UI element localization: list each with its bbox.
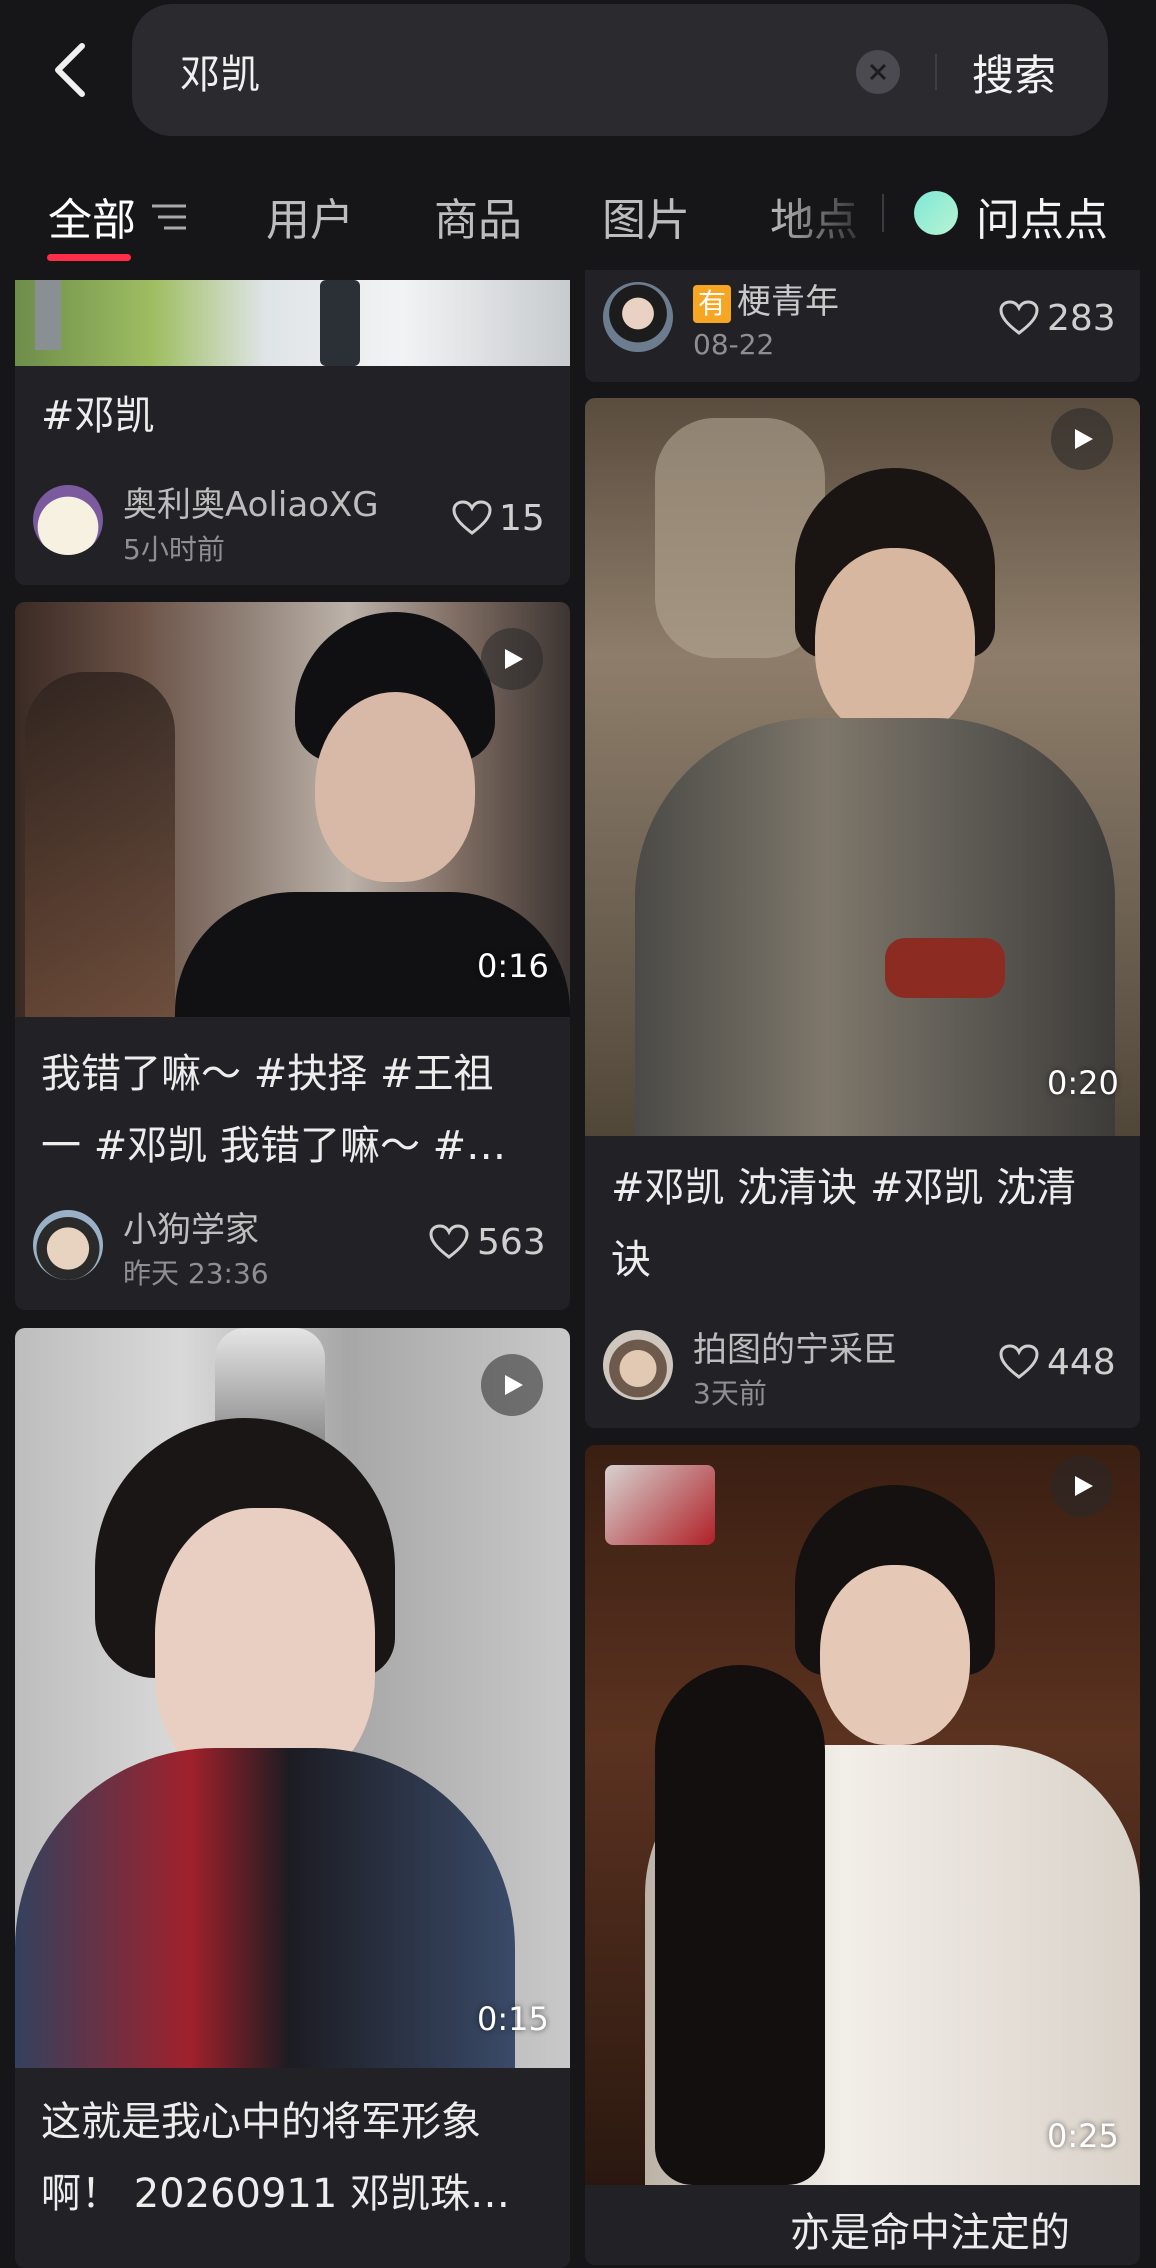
author-name[interactable]: 小狗学家 <box>123 1202 259 1251</box>
video-thumbnail[interactable] <box>585 1445 1140 2185</box>
background-person-shape <box>25 672 175 1017</box>
post-time: 5小时前 <box>123 533 225 566</box>
post-card[interactable]: 0:20 #邓凯 沈清诀 #邓凯 沈清 诀 拍图的宁采臣 3天前 448 <box>585 398 1140 1428</box>
post-time: 3天前 <box>693 1377 767 1410</box>
post-card[interactable]: 0:25 亦是命中注定的 <box>585 1445 1140 2265</box>
play-button[interactable] <box>1051 408 1113 470</box>
post-title-line1: 我错了嘛～ #抉择 #王祖 <box>41 1051 494 1097</box>
video-thumbnail[interactable] <box>585 398 1140 1136</box>
search-query[interactable]: 邓凯 <box>180 42 260 100</box>
avatar[interactable] <box>33 1210 103 1280</box>
author-name-text[interactable]: 梗青年 <box>737 282 839 322</box>
post-title-line2: 诀 <box>611 1237 651 1283</box>
face-shape <box>820 1565 970 1745</box>
post-time: 08-22 <box>693 328 775 361</box>
pants-shape <box>320 280 360 366</box>
play-icon <box>1075 429 1093 449</box>
tab-fade-overlay <box>770 180 890 250</box>
search-button[interactable]: 搜索 <box>972 42 1056 103</box>
author-name[interactable]: 有梗青年 <box>693 274 839 323</box>
post-title-line1: #邓凯 沈清诀 #邓凯 沈清 <box>611 1165 1077 1211</box>
face-shape <box>815 548 975 738</box>
avatar[interactable] <box>603 282 673 352</box>
back-button[interactable] <box>40 30 100 110</box>
post-title-partial: 亦是命中注定的 <box>790 2210 1070 2256</box>
post-title-line1: 这就是我心中的将军形象 <box>41 2099 481 2145</box>
play-icon <box>1075 1476 1093 1496</box>
author-name[interactable]: 奥利奥AoliaoXG <box>123 477 379 526</box>
avatar[interactable] <box>603 1330 673 1400</box>
face-shape <box>155 1508 375 1788</box>
close-icon <box>869 63 887 81</box>
tab-images[interactable]: 图片 <box>602 184 690 248</box>
chevron-left-icon <box>55 43 85 97</box>
post-card[interactable]: 0:16 我错了嘛～ #抉择 #王祖 一 #邓凯 我错了嘛～ #… 小狗学家 昨… <box>15 602 570 1310</box>
armband-shape <box>885 938 1005 998</box>
video-duration: 0:15 <box>477 2000 549 2038</box>
active-tab-indicator <box>47 254 131 261</box>
search-header: 邓凯 搜索 <box>0 0 1156 150</box>
like-count: 283 <box>1047 298 1116 339</box>
video-duration: 0:25 <box>1047 2117 1119 2155</box>
author-name[interactable]: 拍图的宁采臣 <box>693 1322 897 1371</box>
robe-shape <box>635 718 1115 1136</box>
braided-hair-shape <box>655 1665 825 2185</box>
like-count: 15 <box>499 498 545 539</box>
robe-shape <box>15 1748 515 2068</box>
avatar[interactable] <box>33 485 103 555</box>
play-button[interactable] <box>481 1354 543 1416</box>
play-button[interactable] <box>481 628 543 690</box>
tab-users[interactable]: 用户 <box>266 184 354 248</box>
tab-wendiandian[interactable]: 问点点 <box>976 184 1108 248</box>
post-thumbnail[interactable] <box>15 280 570 366</box>
clear-search-button[interactable] <box>856 50 900 94</box>
post-title-line2: 一 #邓凯 我错了嘛～ #… <box>41 1123 507 1169</box>
heart-icon[interactable] <box>999 1344 1039 1380</box>
play-button[interactable] <box>1051 1455 1113 1517</box>
filter-icon[interactable] <box>150 202 188 232</box>
post-title-line2: 啊！ 20260911 邓凯珠… <box>41 2171 511 2217</box>
play-icon <box>505 1375 523 1395</box>
creator-badge: 有 <box>693 284 731 323</box>
tab-products[interactable]: 商品 <box>434 184 522 248</box>
wendiandian-icon[interactable] <box>914 191 958 235</box>
like-count: 448 <box>1047 1342 1116 1383</box>
heart-icon[interactable] <box>452 500 492 536</box>
video-thumbnail[interactable] <box>15 1328 570 2068</box>
light-stand-shape <box>35 280 61 350</box>
video-duration: 0:20 <box>1047 1064 1119 1102</box>
video-duration: 0:16 <box>477 947 549 985</box>
post-card[interactable]: #邓凯 奥利奥AoliaoXG 5小时前 15 <box>15 280 570 585</box>
like-count: 563 <box>477 1222 546 1263</box>
post-time: 昨天 23:36 <box>123 1257 269 1290</box>
show-logo-shape <box>605 1465 715 1545</box>
heart-icon[interactable] <box>999 300 1039 336</box>
tab-separator <box>882 194 884 232</box>
post-card[interactable]: 有梗青年 08-22 283 <box>585 270 1140 382</box>
tab-all[interactable]: 全部 <box>48 184 136 248</box>
search-divider <box>935 54 937 90</box>
heart-icon[interactable] <box>429 1224 469 1260</box>
face-shape <box>315 692 475 882</box>
play-icon <box>505 649 523 669</box>
search-input[interactable]: 邓凯 搜索 <box>132 4 1108 136</box>
post-title: #邓凯 <box>41 393 155 439</box>
post-card[interactable]: 0:15 这就是我心中的将军形象 啊！ 20260911 邓凯珠… <box>15 1328 570 2268</box>
tab-bar: 全部 用户 商品 图片 地点 问点点 <box>0 160 1156 270</box>
